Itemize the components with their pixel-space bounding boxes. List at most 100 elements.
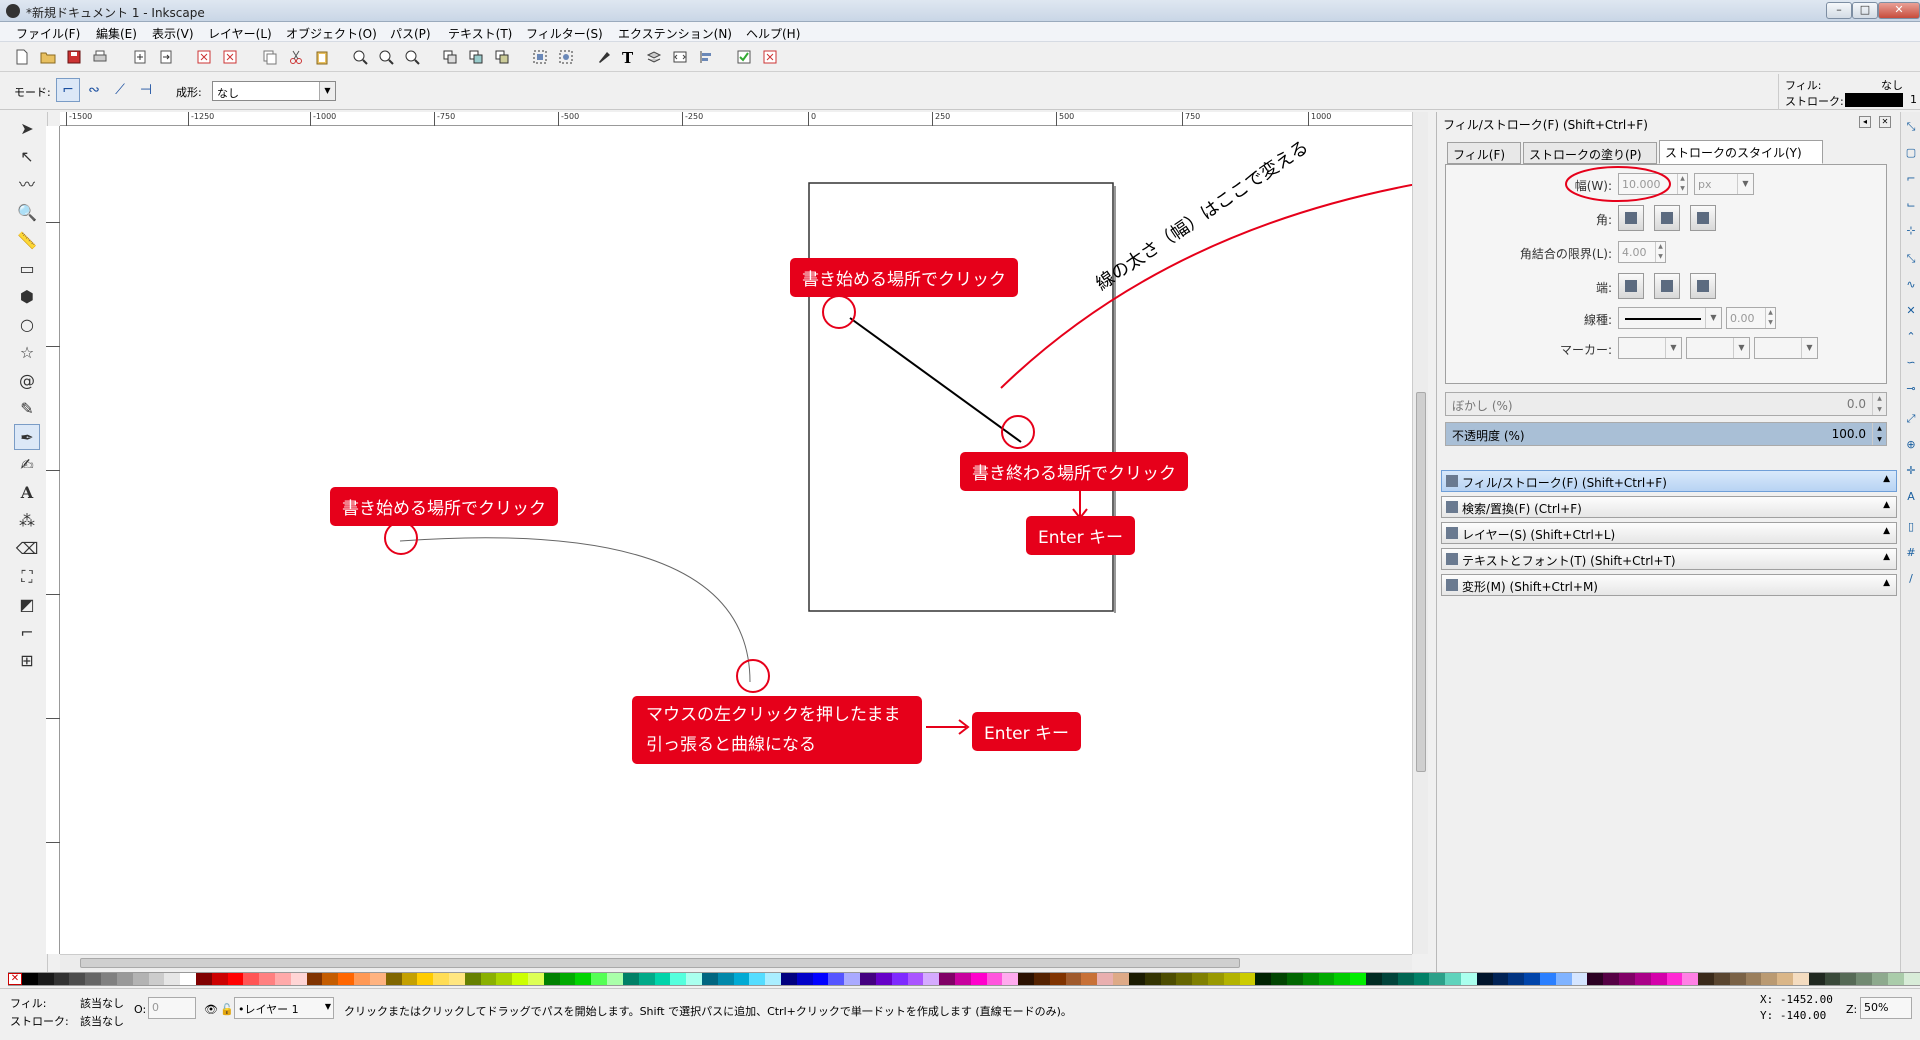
mode-spiro-button[interactable]: ∾ [82, 78, 106, 102]
color-swatch[interactable] [907, 973, 924, 985]
color-swatch[interactable] [1081, 973, 1098, 985]
color-swatch[interactable] [1287, 973, 1303, 985]
zoom-selection-icon[interactable] [352, 49, 368, 65]
color-swatch[interactable] [1049, 973, 1066, 985]
color-swatch[interactable] [638, 973, 655, 985]
dock-close-button[interactable]: ✕ [1879, 116, 1891, 128]
duplicate-icon[interactable] [442, 49, 458, 65]
color-swatch[interactable] [1587, 973, 1604, 985]
tab-stroke-paint[interactable]: ストロークの塗り(P) [1523, 142, 1657, 164]
color-swatch[interactable] [1034, 973, 1050, 985]
dock-item-transform[interactable]: 変形(M) (Shift+Ctrl+M) ▲ [1441, 574, 1897, 596]
snap-grid-icon[interactable]: # [1904, 546, 1918, 560]
copy-icon[interactable] [262, 49, 278, 65]
color-swatch[interactable] [1808, 973, 1825, 985]
zoom-tool-icon[interactable]: 🔍 [14, 200, 40, 226]
color-swatch[interactable] [670, 973, 687, 985]
color-swatch[interactable] [1207, 973, 1224, 985]
color-swatch[interactable] [1397, 973, 1414, 985]
color-swatch[interactable] [464, 973, 481, 985]
drawing-canvas[interactable]: 書き始める場所でクリック 書き終わる場所でクリック Enter キー 書き始める… [60, 126, 1412, 954]
spray-tool-icon[interactable]: ⁂ [14, 508, 40, 534]
color-swatch[interactable] [1476, 973, 1493, 985]
color-swatch[interactable] [1840, 973, 1857, 985]
zoom-spinbox[interactable]: 50% [1860, 997, 1912, 1019]
stroke-width-indicator[interactable]: 1 [1910, 93, 1917, 106]
color-swatch[interactable] [1271, 973, 1287, 985]
color-swatch[interactable] [1160, 973, 1177, 985]
eraser-tool-icon[interactable]: ⌫ [14, 536, 40, 562]
dock-item-fill-stroke[interactable]: フィル/ストローク(F) (Shift+Ctrl+F) ▲ [1441, 470, 1897, 492]
measure-tool-icon[interactable]: 📏 [14, 228, 40, 254]
color-swatch[interactable] [986, 973, 1003, 985]
layer-lock-icon[interactable]: 🔓 [220, 1003, 234, 1016]
color-swatch[interactable] [1650, 973, 1667, 985]
color-swatch[interactable] [369, 973, 386, 985]
color-swatch[interactable] [1682, 973, 1699, 985]
menu-extensions[interactable]: エクステンション(N) [618, 25, 732, 42]
mode-bspline-button[interactable]: ⟋ [108, 78, 132, 102]
join-round-button[interactable] [1654, 205, 1680, 231]
color-swatch[interactable] [860, 973, 876, 985]
shape-dropdown[interactable]: なし ▼ [212, 81, 336, 101]
color-swatch[interactable] [1492, 973, 1509, 985]
menu-filters[interactable]: フィルター(S) [526, 25, 603, 42]
color-swatch[interactable] [480, 973, 497, 985]
color-swatch[interactable] [733, 973, 750, 985]
color-swatch[interactable] [259, 973, 275, 985]
color-swatch[interactable] [1903, 973, 1920, 985]
color-swatch[interactable] [227, 973, 244, 985]
color-swatch[interactable] [290, 973, 307, 985]
snap-bbox-corner-icon[interactable]: ⌙ [1904, 198, 1918, 212]
color-swatch[interactable] [401, 973, 418, 985]
color-swatch[interactable] [275, 973, 291, 985]
dock-item-layers[interactable]: レイヤー(S) (Shift+Ctrl+L) ▲ [1441, 522, 1897, 544]
tweak-tool-icon[interactable]: 〰 [14, 172, 40, 198]
import-icon[interactable] [132, 49, 148, 65]
color-swatch[interactable] [417, 973, 434, 985]
snap-others-icon[interactable]: ⤢ [1904, 412, 1918, 426]
ungroup-icon[interactable] [558, 49, 574, 65]
color-swatch[interactable] [1872, 973, 1888, 985]
color-swatch[interactable] [1413, 973, 1430, 985]
color-swatch[interactable] [812, 973, 829, 985]
color-swatch[interactable] [1113, 973, 1129, 985]
minimize-button[interactable]: – [1826, 2, 1852, 19]
end-marker-dropdown[interactable]: ▼ [1754, 337, 1818, 359]
pen-bezier-tool-icon[interactable]: ✒ [14, 424, 40, 450]
color-swatch[interactable] [686, 973, 702, 985]
color-swatch[interactable] [195, 973, 212, 985]
color-swatch[interactable] [543, 973, 560, 985]
color-swatch[interactable] [954, 973, 971, 985]
color-swatch[interactable] [717, 973, 734, 985]
menu-edit[interactable]: 編集(E) [96, 25, 137, 42]
color-swatch[interactable] [1223, 973, 1240, 985]
curved-path[interactable] [399, 537, 751, 683]
snap-midpoint-icon[interactable]: ⊸ [1904, 382, 1918, 396]
rectangle-tool-icon[interactable]: ▭ [14, 256, 40, 282]
color-swatch[interactable] [1887, 973, 1904, 985]
color-swatch[interactable] [433, 973, 449, 985]
dock-item-text-font[interactable]: テキストとフォント(T) (Shift+Ctrl+T) ▲ [1441, 548, 1897, 570]
paint-bucket-tool-icon[interactable]: ⛶ [14, 564, 40, 590]
color-swatch[interactable] [1334, 973, 1351, 985]
save-icon[interactable] [66, 49, 82, 65]
snap-intersection-icon[interactable]: ✕ [1904, 304, 1918, 318]
color-swatch[interactable] [1176, 973, 1193, 985]
color-swatch[interactable] [243, 973, 260, 985]
menu-view[interactable]: 表示(V) [152, 25, 194, 42]
open-icon[interactable] [40, 49, 56, 65]
color-swatch[interactable] [148, 973, 165, 985]
snap-nodes-icon[interactable]: ⤡ [1904, 252, 1918, 266]
join-bevel-button[interactable] [1690, 205, 1716, 231]
undo-icon[interactable] [196, 49, 212, 65]
fill-indicator-value[interactable]: なし [1881, 77, 1903, 93]
color-swatch[interactable] [1065, 973, 1082, 985]
menu-file[interactable]: ファイル(F) [16, 25, 80, 42]
snap-page-icon[interactable]: ▯ [1904, 520, 1918, 534]
cap-butt-button[interactable] [1618, 273, 1644, 299]
selector-tool-icon[interactable]: ➤ [14, 116, 40, 142]
color-swatch[interactable] [1366, 973, 1382, 985]
zoom-drawing-icon[interactable] [378, 49, 394, 65]
star-tool-icon[interactable]: ☆ [14, 340, 40, 366]
